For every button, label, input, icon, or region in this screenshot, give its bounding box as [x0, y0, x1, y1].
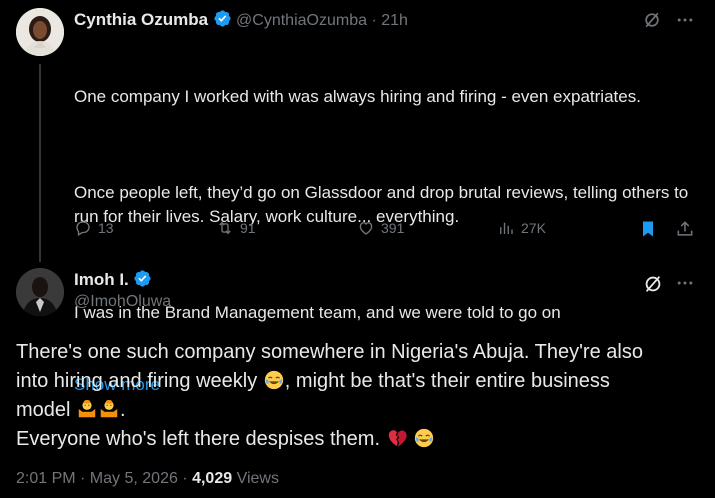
text-segment: Everyone who's left there despises them. [16, 428, 386, 450]
more-icon[interactable] [675, 10, 695, 30]
text-segment: , might be that's their entire business [284, 370, 610, 392]
reply-button[interactable]: 13 [74, 219, 114, 237]
separator: · [371, 12, 377, 29]
tweet2-meta: 2:01 PM · May 5, 2026 · 4,029 Views [16, 470, 279, 488]
share-icon[interactable] [675, 219, 695, 239]
reply-count: 13 [98, 220, 114, 236]
views-count: 4,029 [192, 470, 233, 487]
reply-icon [76, 221, 90, 236]
text-segment: into hiring and firing weekly [16, 370, 263, 392]
more-icon[interactable] [675, 273, 695, 293]
person-shrugging-icon [100, 399, 118, 418]
avatar-image [16, 8, 64, 56]
tweet2-author: Imoh I. [74, 269, 152, 290]
verified-badge-icon [213, 10, 231, 27]
person-shrugging-icon [78, 399, 96, 418]
author-handle[interactable]: @ImohOluwa [74, 293, 171, 311]
repost-icon [219, 221, 231, 235]
tweet2-line-4: Everyone who's left there despises them. [16, 425, 706, 454]
tweet1-header: Cynthia Ozumba @CynthiaOzumba · 21h [74, 9, 408, 30]
author-name[interactable]: Imoh I. [74, 270, 129, 289]
text-segment: model [16, 399, 77, 421]
tweet2-line-3: model . [16, 396, 706, 425]
avatar-imoh[interactable] [16, 268, 64, 316]
avatar-cynthia[interactable] [16, 8, 64, 56]
grok-icon[interactable] [642, 273, 664, 295]
author-name[interactable]: Cynthia Ozumba [74, 10, 208, 29]
repost-count: 91 [240, 220, 256, 236]
tweet2-body: There's one such company somewhere in Ni… [16, 338, 706, 454]
tweet1-paragraph-1: One company I worked with was always hir… [74, 87, 641, 106]
avatar-image [16, 268, 64, 316]
thread-line [39, 64, 41, 262]
views-label: Views [232, 470, 279, 487]
broken-heart-icon [388, 430, 407, 447]
like-button[interactable]: 391 [357, 219, 404, 237]
tweet2-line-2: into hiring and firing weekly , might be… [16, 367, 706, 396]
repost-button[interactable]: 91 [216, 219, 256, 237]
views-count: 27K [521, 220, 546, 236]
tweet-time[interactable]: 21h [381, 12, 408, 29]
author-handle[interactable]: @CynthiaOzumba [236, 12, 367, 29]
views-button[interactable]: 27K [497, 219, 546, 237]
grok-icon[interactable] [642, 10, 662, 30]
views-icon [500, 222, 513, 234]
face-with-tears-of-joy-icon [264, 370, 283, 390]
heart-icon [359, 222, 373, 235]
text-segment: . [120, 399, 126, 421]
bookmark-icon[interactable] [638, 219, 658, 239]
verified-badge-icon [134, 270, 151, 287]
tweet-timestamp[interactable]: 2:01 PM · May 5, 2026 · [16, 470, 192, 487]
like-count: 391 [381, 220, 405, 236]
face-with-tears-of-joy-icon [414, 428, 434, 448]
tweet2-line-1: There's one such company somewhere in Ni… [16, 341, 643, 363]
